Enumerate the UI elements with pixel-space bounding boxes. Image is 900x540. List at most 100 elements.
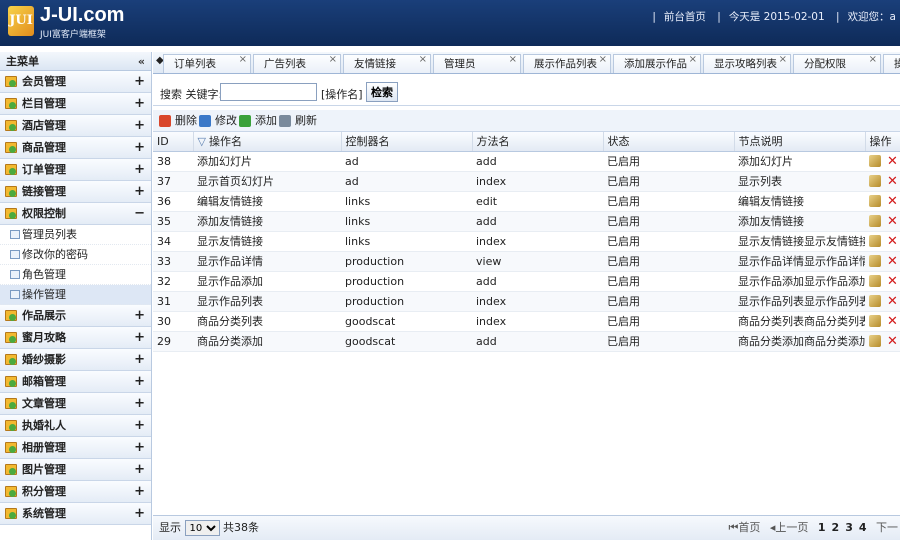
table-row[interactable]: 37 显示首页幻灯片 ad index 已启用 显示列表 ✕ (153, 171, 900, 192)
expand-toggle-icon[interactable]: + (134, 71, 145, 92)
sidebar-section-top-5[interactable]: 链接管理 + (0, 181, 151, 203)
home-link[interactable]: 前台首页 (664, 11, 706, 23)
sidebar-section-bottom-9[interactable]: 系统管理 + (0, 503, 151, 525)
sidebar-section-bottom-6[interactable]: 相册管理 + (0, 437, 151, 459)
sidebar-section-bottom-5[interactable]: 执婚礼人 + (0, 415, 151, 437)
delete-row-icon[interactable]: ✕ (887, 214, 898, 229)
expand-toggle-icon[interactable]: + (134, 415, 145, 436)
tab-item[interactable]: 友情链接 × (343, 52, 431, 73)
close-tab-icon[interactable]: × (869, 52, 877, 69)
collapse-sidebar-icon[interactable]: « (138, 52, 145, 71)
delete-row-icon[interactable]: ✕ (887, 174, 898, 189)
tab-item[interactable]: 广告列表 × (253, 52, 341, 73)
close-tab-icon[interactable]: × (419, 52, 427, 69)
table-row[interactable]: 30 商品分类列表 goodscat index 已启用 商品分类列表商品分类列表 ✕ (153, 311, 900, 332)
table-row[interactable]: 29 商品分类添加 goodscat add 已启用 商品分类添加商品分类添加 ✕ (153, 331, 900, 352)
add-button[interactable]: 添加 (239, 114, 277, 128)
sidebar-sub-item[interactable]: 修改你的密码 (0, 245, 151, 265)
column-header[interactable]: 方法名 (472, 132, 604, 152)
tab-item[interactable]: 操 (883, 54, 900, 73)
edit-row-icon[interactable] (869, 215, 881, 227)
column-header[interactable]: 控制器名 (341, 132, 473, 152)
close-tab-icon[interactable]: × (779, 52, 787, 69)
page-size-select[interactable]: 10 (184, 520, 220, 536)
close-tab-icon[interactable]: × (509, 52, 517, 69)
delete-row-icon[interactable]: ✕ (887, 314, 898, 329)
keyword-input[interactable] (220, 83, 317, 101)
edit-row-icon[interactable] (869, 235, 881, 247)
page-number-link[interactable]: 4 (859, 521, 867, 534)
expand-toggle-icon[interactable]: + (134, 115, 145, 136)
edit-row-icon[interactable] (869, 295, 881, 307)
sidebar-section-top-4[interactable]: 订单管理 + (0, 159, 151, 181)
tab-item[interactable]: 分配权限 × (793, 52, 881, 73)
refresh-button[interactable]: 刷新 (279, 114, 317, 128)
sidebar-section-top-1[interactable]: 栏目管理 + (0, 93, 151, 115)
expand-toggle-icon[interactable]: + (134, 93, 145, 114)
delete-button[interactable]: 删除 (159, 114, 197, 128)
column-header[interactable]: 节点说明 (734, 132, 866, 152)
delete-row-icon[interactable]: ✕ (887, 234, 898, 249)
expand-toggle-icon[interactable]: + (134, 393, 145, 414)
edit-row-icon[interactable] (869, 255, 881, 267)
tab-item[interactable]: 显示攻略列表 × (703, 52, 791, 73)
edit-row-icon[interactable] (869, 155, 881, 167)
edit-row-icon[interactable] (869, 335, 881, 347)
expand-toggle-icon[interactable]: + (134, 437, 145, 458)
delete-row-icon[interactable]: ✕ (887, 154, 898, 169)
expand-toggle-icon[interactable]: + (134, 371, 145, 392)
delete-row-icon[interactable]: ✕ (887, 254, 898, 269)
table-row[interactable]: 34 显示友情链接 links index 已启用 显示友情链接显示友情链接 ✕ (153, 231, 900, 252)
sidebar-section-top-3[interactable]: 商品管理 + (0, 137, 151, 159)
delete-row-icon[interactable]: ✕ (887, 194, 898, 209)
close-tab-icon[interactable]: × (329, 52, 337, 69)
tab-item[interactable]: 管理员 × (433, 52, 521, 73)
sidebar-section-bottom-8[interactable]: 积分管理 + (0, 481, 151, 503)
tab-item[interactable]: 添加展示作品 × (613, 52, 701, 73)
edit-row-icon[interactable] (869, 315, 881, 327)
edit-row-icon[interactable] (869, 275, 881, 287)
close-tab-icon[interactable]: × (599, 52, 607, 69)
sidebar-section-bottom-4[interactable]: 文章管理 + (0, 393, 151, 415)
expand-toggle-icon[interactable]: + (134, 159, 145, 180)
page-number-link[interactable]: 3 (845, 521, 853, 534)
expand-toggle-icon[interactable]: + (134, 481, 145, 502)
page-number-link[interactable]: 1 (818, 521, 826, 534)
sidebar-sub-item[interactable]: 角色管理 (0, 265, 151, 285)
tab-item[interactable]: 订单列表 × (163, 52, 251, 73)
sidebar-section-bottom-0[interactable]: 作品展示 + (0, 305, 151, 327)
tab-item[interactable]: 展示作品列表 × (523, 52, 611, 73)
table-row[interactable]: 31 显示作品列表 production index 已启用 显示作品列表显示作品列表 ✕ (153, 291, 900, 312)
delete-row-icon[interactable]: ✕ (887, 334, 898, 349)
table-row[interactable]: 35 添加友情链接 links add 已启用 添加友情链接 ✕ (153, 211, 900, 232)
sidebar-section-top-6[interactable]: 权限控制 − (0, 203, 151, 225)
expand-toggle-icon[interactable]: + (134, 459, 145, 480)
table-row[interactable]: 33 显示作品详情 production view 已启用 显示作品详情显示作品详情 ✕ (153, 251, 900, 272)
first-page-link[interactable]: ⏮首页 (728, 521, 760, 534)
expand-toggle-icon[interactable]: + (134, 181, 145, 202)
delete-row-icon[interactable]: ✕ (887, 294, 898, 309)
expand-toggle-icon[interactable]: + (134, 327, 145, 348)
sidebar-section-bottom-1[interactable]: 蜜月攻略 + (0, 327, 151, 349)
sidebar-sub-item[interactable]: 操作管理 (0, 285, 151, 305)
sidebar-section-top-0[interactable]: 会员管理 + (0, 71, 151, 93)
column-header[interactable]: ▽ 操作名 (193, 132, 342, 152)
expand-toggle-icon[interactable]: − (134, 203, 145, 224)
sidebar-section-bottom-7[interactable]: 图片管理 + (0, 459, 151, 481)
table-row[interactable]: 32显示作品添加productionadd已启用显示作品添加显示作品添加显示 ✕ (153, 271, 900, 292)
sidebar-section-top-2[interactable]: 酒店管理 + (0, 115, 151, 137)
edit-row-icon[interactable] (869, 175, 881, 187)
search-button[interactable]: 检索 (366, 82, 398, 102)
expand-toggle-icon[interactable]: + (134, 137, 145, 158)
next-page-link[interactable]: 下一 (876, 521, 898, 534)
close-tab-icon[interactable]: × (689, 52, 697, 69)
page-number-link[interactable]: 2 (832, 521, 840, 534)
sidebar-section-bottom-2[interactable]: 婚纱摄影 + (0, 349, 151, 371)
close-tab-icon[interactable]: × (239, 52, 247, 69)
expand-toggle-icon[interactable]: + (134, 305, 145, 326)
table-row[interactable]: 36 编辑友情链接 links edit 已启用 编辑友情链接 ✕ (153, 191, 900, 212)
sidebar-section-bottom-3[interactable]: 邮箱管理 + (0, 371, 151, 393)
edit-button[interactable]: 修改 (199, 114, 237, 128)
edit-row-icon[interactable] (869, 195, 881, 207)
column-header[interactable]: 操作 (865, 132, 900, 152)
